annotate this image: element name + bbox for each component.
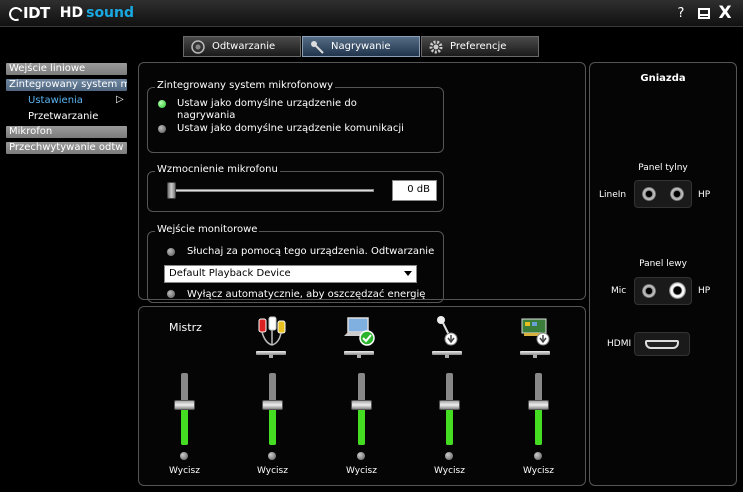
sidebar-item-zintegrowany-system[interactable]: Zintegrowany system m [6, 79, 127, 91]
channel-bar [344, 351, 374, 358]
minimize-icon [697, 7, 710, 19]
master-mute-label: Wycisz [169, 466, 200, 476]
channel-bar [432, 351, 462, 358]
speaker-icon [190, 39, 206, 55]
rear-hp-label: HP [698, 190, 711, 200]
hdmi-port-icon[interactable] [645, 340, 679, 349]
volume-fill [358, 405, 365, 445]
volume-fill [269, 405, 276, 445]
auto-off-label: Wyłącz automatycznie, aby oszczędzać ene… [187, 289, 426, 300]
gain-slider-track[interactable] [169, 189, 374, 192]
device-group-title: Zintegrowany system mikrofonowy [155, 80, 335, 91]
gear-icon [428, 39, 444, 55]
rear-linein-label: LineIn [599, 190, 627, 200]
channel-3-volume-thumb[interactable] [439, 400, 460, 410]
mixer-title: Mistrz [169, 321, 202, 334]
default-communication-label: Ustaw jako domyślne urządzenie komunikac… [177, 123, 404, 134]
left-hp-label: HP [698, 286, 711, 296]
sidebar-sub-ustawienia[interactable]: Ustawienia [28, 95, 83, 106]
left-panel-title: Panel lewy [639, 259, 687, 269]
jacks-title: Gniazda [640, 73, 686, 84]
brand-hd: HD [59, 5, 84, 21]
minimize-button[interactable] [697, 5, 710, 21]
channel-4-mute-button[interactable] [534, 452, 542, 460]
default-recording-label-2: nagrywania [177, 110, 236, 121]
default-communication-radio[interactable] [158, 125, 166, 133]
channel-2-mute-button[interactable] [357, 452, 365, 460]
mixer-panel: Mistrz Wycisz Wycisz Wycisz Wycisz Wycis… [138, 306, 586, 486]
idt-logo-icon [7, 6, 21, 20]
rear-linein-jack[interactable] [642, 187, 656, 201]
listen-label: Słuchaj za pomocą tego urządzenia. Odtwa… [187, 246, 435, 257]
sidebar-sub-przetwarzanie[interactable]: Przetwarzanie [28, 111, 98, 122]
hd-sound-window: { "app": { "brand_idt": "IDT", "brand_hd… [0, 0, 743, 492]
tab-label: Odtwarzanie [212, 41, 276, 52]
tab-label: Nagrywanie [331, 41, 391, 52]
selected-arrow-icon: ▷ [116, 94, 124, 105]
rear-hp-jack[interactable] [670, 187, 684, 201]
left-hp-jack[interactable] [669, 282, 686, 299]
tab-preferencje[interactable]: Preferencje [421, 36, 539, 57]
brand-sound: sound [86, 5, 135, 21]
channel-3-mute-button[interactable] [445, 452, 453, 460]
brand-idt: IDT [23, 4, 50, 22]
microphone-stand-icon [431, 315, 465, 347]
laptop-check-icon [343, 315, 377, 347]
channel-1-mute-button[interactable] [268, 452, 276, 460]
sound-card-icon [519, 315, 553, 347]
sidebar-item-przechwytywanie[interactable]: Przechwytywanie odtw [6, 142, 127, 154]
title-bar: IDT HD sound ? X [0, 0, 743, 27]
channel-4-volume-thumb[interactable] [528, 400, 549, 410]
listen-checkbox[interactable] [167, 248, 175, 256]
chevron-down-icon [404, 271, 412, 276]
settings-panel: Zintegrowany system mikrofonowy Ustaw ja… [138, 62, 586, 303]
tab-nagrywanie[interactable]: Nagrywanie [302, 36, 420, 57]
sidebar-item-wejscie-liniowe[interactable]: Wejście liniowe [6, 63, 127, 75]
rca-cable-icon [255, 315, 289, 347]
channel-1-volume-thumb[interactable] [262, 400, 283, 410]
tab-label: Preferencje [450, 41, 507, 52]
idt-hd-sound-logo: IDT HD sound [7, 4, 134, 22]
volume-fill [446, 405, 453, 445]
rear-panel-title: Panel tylny [638, 163, 688, 173]
close-button[interactable]: X [717, 3, 733, 23]
jacks-panel: Gniazda Panel tylny LineIn HP Panel lewy… [589, 62, 737, 486]
help-button[interactable]: ? [675, 5, 687, 21]
gain-group-title: Wzmocnienie mikrofonu [155, 164, 280, 175]
playback-device-select[interactable]: Default Playback Device [164, 265, 417, 283]
sidebar-item-mikrofon[interactable]: Mikrofon [6, 126, 127, 138]
volume-fill [535, 405, 542, 445]
left-mic-jack[interactable] [642, 284, 656, 298]
channel-2-volume-thumb[interactable] [351, 400, 372, 410]
gain-slider-thumb[interactable] [167, 182, 176, 199]
gain-value: 0 dB [392, 180, 437, 201]
master-mute-button[interactable] [180, 452, 188, 460]
left-mic-label: Mic [611, 286, 627, 296]
channel-2-mute-label: Wycisz [346, 466, 377, 476]
master-volume-thumb[interactable] [174, 400, 195, 410]
channel-4-mute-label: Wycisz [523, 466, 554, 476]
volume-fill [181, 405, 188, 445]
auto-off-checkbox[interactable] [167, 290, 175, 298]
channel-1-mute-label: Wycisz [257, 466, 288, 476]
channel-bar [256, 351, 286, 358]
microphone-icon [309, 39, 325, 55]
channel-3-mute-label: Wycisz [434, 466, 465, 476]
default-recording-radio[interactable] [158, 100, 166, 108]
playback-device-value: Default Playback Device [169, 268, 291, 279]
tab-odtwarzanie[interactable]: Odtwarzanie [183, 36, 301, 57]
hdmi-label: HDMI [607, 339, 632, 349]
channel-bar [520, 351, 550, 358]
monitor-group-title: Wejście monitorowe [155, 224, 260, 235]
